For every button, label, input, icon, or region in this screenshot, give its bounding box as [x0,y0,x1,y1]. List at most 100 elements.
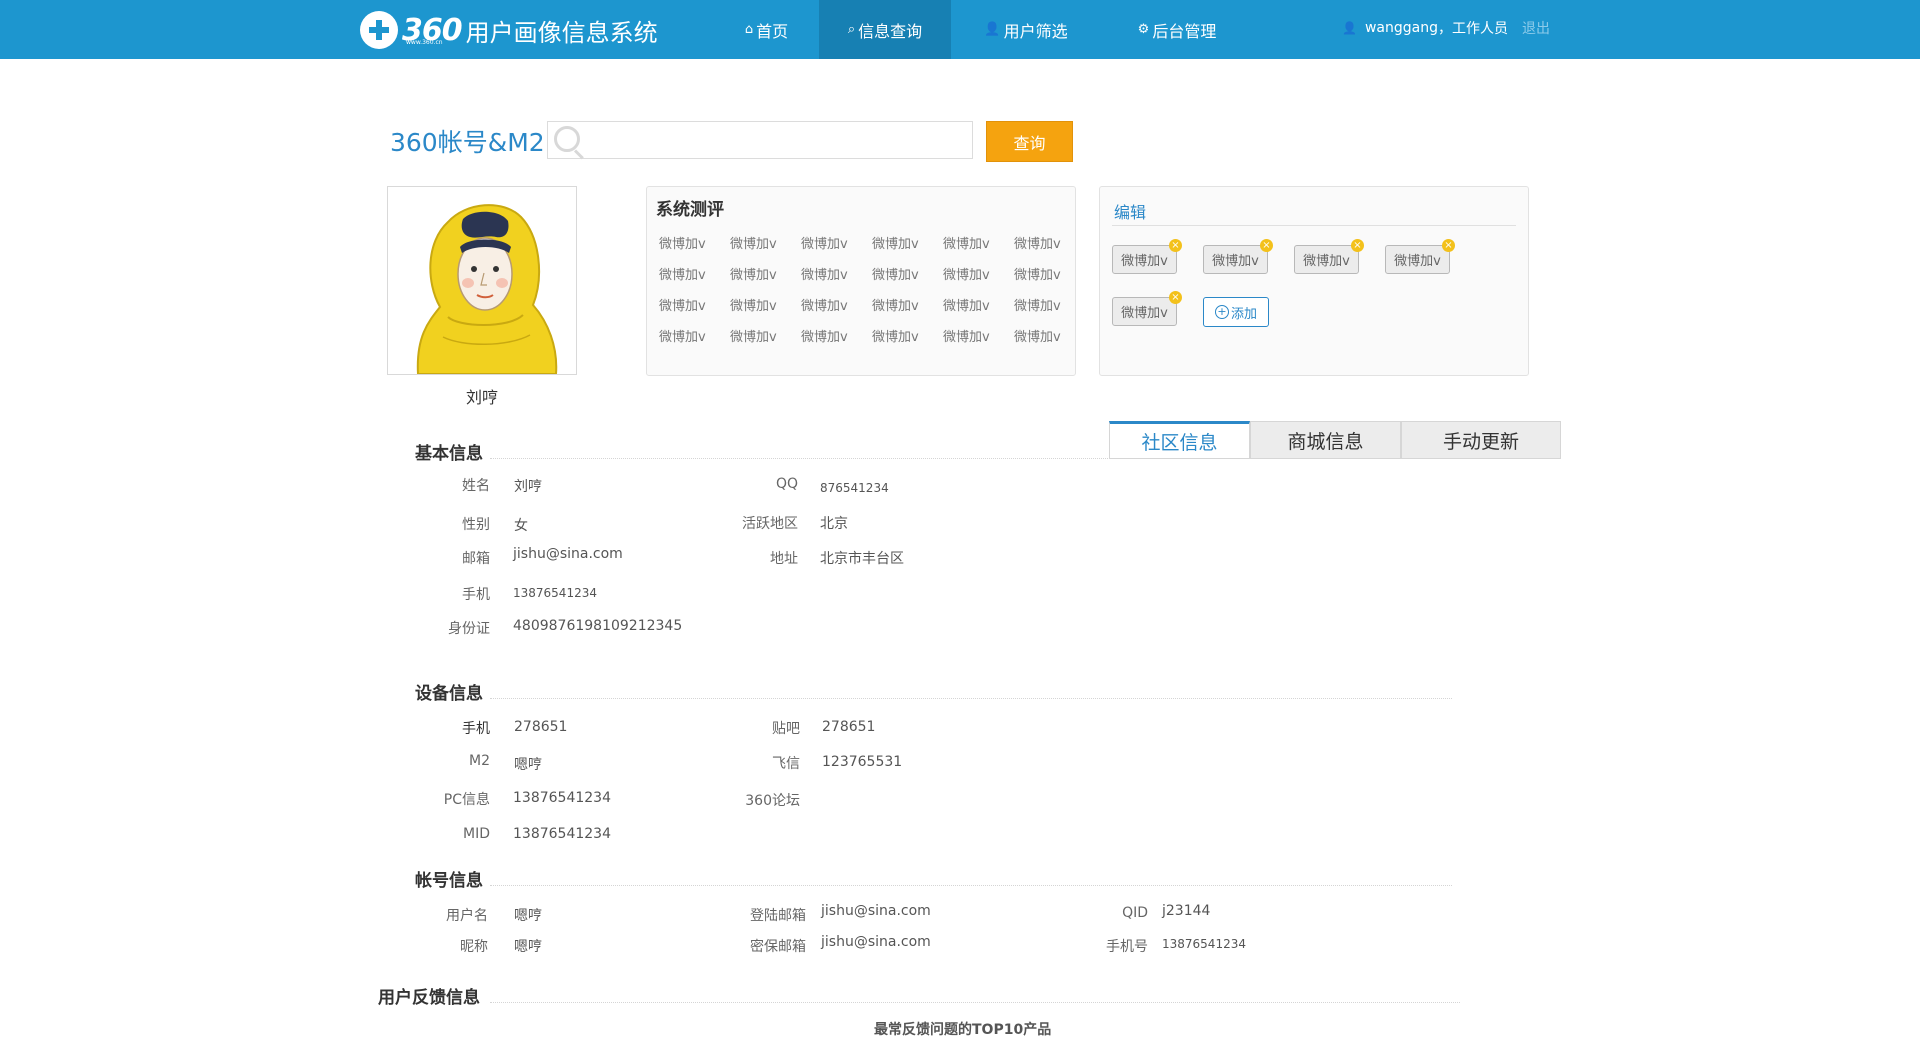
edit-tag-label: 微博加v [1212,254,1259,269]
nav-admin-label: 后台管理 [1152,21,1217,41]
search-button[interactable]: 查询 [986,121,1073,162]
tab-manual-update[interactable]: 手动更新 [1401,421,1561,459]
name-label: 姓名 [462,478,490,494]
tab-community[interactable]: 社区信息 [1109,421,1250,459]
top10-title: 最常反馈问题的TOP10产品 [874,1022,1052,1038]
gender-label: 性别 [462,517,490,533]
evaluation-tag: 微博加v [659,330,706,345]
mobile-value: 13876541234 [1162,937,1246,951]
gender-value: 女 [514,518,528,534]
evaluation-tag: 微博加v [943,330,990,345]
avatar [387,186,577,375]
evaluation-tag: 微博加v [943,237,990,252]
user-icon: 👤 [1342,21,1357,35]
edit-tag-label: 微博加v [1394,254,1441,269]
edit-tag[interactable]: 微博加v × [1112,291,1182,326]
user-role: 工作人员 [1451,21,1508,37]
remove-tag-icon[interactable]: × [1351,239,1364,252]
name-value: 刘哼 [514,479,542,495]
forum-label: 360论坛 [745,793,800,809]
tieba-label: 贴吧 [772,721,800,737]
phone-value: 13876541234 [513,586,597,600]
evaluation-tag: 微博加v [801,330,848,345]
nickname-label: 昵称 [460,939,488,955]
remove-tag-icon[interactable]: × [1442,239,1455,252]
pc-info-value: 13876541234 [513,790,611,806]
nav-user-filter-label: 用户筛选 [1003,21,1068,41]
remove-tag-icon[interactable]: × [1169,239,1182,252]
nav-user-filter[interactable]: 👤 用户筛选 [951,0,1101,59]
evaluation-tag: 微博加v [943,299,990,314]
user-box: 👤 wanggang ， 工作人员 退出 [1342,18,1550,38]
nav-home[interactable]: ⌂ 首页 [714,0,819,59]
secure-email-value: jishu@sina.com [821,934,931,950]
device-phone-value: 278651 [514,719,568,735]
nav-home-label: 首页 [756,21,789,41]
remove-tag-icon[interactable]: × [1169,291,1182,304]
edit-tag[interactable]: 微博加v × [1203,239,1273,274]
evaluation-tag: 微博加v [872,299,919,314]
qq-label: QQ [775,476,798,492]
search-label: 360帐号&M2 [390,128,545,157]
evaluation-tag: 微博加v [801,237,848,252]
address-value: 北京市丰台区 [820,551,904,567]
evaluation-tag: 微博加v [1014,268,1061,283]
fetion-label: 飞信 [772,756,800,772]
edit-tag[interactable]: 微博加v × [1112,239,1182,274]
id-card-label: 身份证 [448,621,490,637]
gear-icon: ⚙ [1137,22,1150,37]
nav-info-query[interactable]: ⌕ 信息查询 [819,0,951,59]
active-area-label: 活跃地区 [742,516,798,532]
edit-tag[interactable]: 微博加v × [1294,239,1364,274]
add-tag-button[interactable]: + 添加 [1203,297,1269,327]
edit-tag-label: 微博加v [1303,254,1350,269]
evaluation-tag: 微博加v [659,237,706,252]
nav-admin[interactable]: ⚙ 后台管理 [1101,0,1253,59]
username-value: 嗯哼 [514,908,542,924]
app-title: 用户画像信息系统 [465,18,658,47]
logo-url: www.360.cn [406,39,443,46]
nav-info-query-label: 信息查询 [858,21,923,41]
basic-info-title: 基本信息 [415,444,483,464]
evaluation-tag: 微博加v [659,268,706,283]
login-email-value: jishu@sina.com [821,903,931,919]
device-info-title: 设备信息 [415,684,483,704]
add-tag-label: 添加 [1230,306,1257,322]
m2-value: 嗯哼 [514,757,542,773]
logout-link[interactable]: 退出 [1522,18,1550,38]
edit-tags-panel: 编辑 微博加v × 微博加v × 微博加v × 微博加v × 微博加v × + … [1099,186,1529,376]
evaluation-tag: 微博加v [659,299,706,314]
top-nav-bar: 360 www.360.cn 用户画像信息系统 ⌂ 首页 ⌕ 信息查询 👤 用户… [0,0,1920,59]
evaluation-tag: 微博加v [943,268,990,283]
edit-title[interactable]: 编辑 [1114,199,1146,223]
id-card-value: 4809876198109212345 [513,618,683,634]
m2-label: M2 [469,753,490,769]
search-box[interactable] [547,121,973,160]
divider [1112,225,1516,226]
evaluation-tag: 微博加v [730,237,777,252]
evaluation-tag: 微博加v [872,330,919,345]
evaluation-tag: 微博加v [730,299,777,314]
remove-tag-icon[interactable]: × [1260,239,1273,252]
user-separator: ， [1437,21,1452,37]
username-label: 用户名 [446,908,488,924]
profile-name: 刘哼 [465,388,498,407]
evaluation-tag: 微博加v [1014,299,1061,314]
edit-tag-label: 微博加v [1121,306,1168,321]
mobile-label: 手机号 [1106,939,1148,955]
app-logo[interactable]: 360 www.360.cn 用户画像信息系统 [360,10,658,50]
address-label: 地址 [770,551,798,567]
evaluation-tag-grid: 微博加v 微博加v 微博加v 微博加v 微博加v 微博加v 微博加v 微博加v … [659,233,1085,357]
qid-value: j23144 [1162,903,1211,919]
tab-mall[interactable]: 商城信息 [1250,421,1401,459]
evaluation-tag: 微博加v [801,299,848,314]
evaluation-tag: 微博加v [1014,237,1061,252]
search-input[interactable] [592,122,966,160]
search-icon-handle [573,149,584,160]
edit-tag[interactable]: 微博加v × [1385,239,1455,274]
secure-email-label: 密保邮箱 [750,939,806,955]
tieba-value: 278651 [822,719,876,735]
login-email-label: 登陆邮箱 [750,908,806,924]
evaluation-tag: 微博加v [1014,330,1061,345]
avatar-illustration [388,187,576,375]
